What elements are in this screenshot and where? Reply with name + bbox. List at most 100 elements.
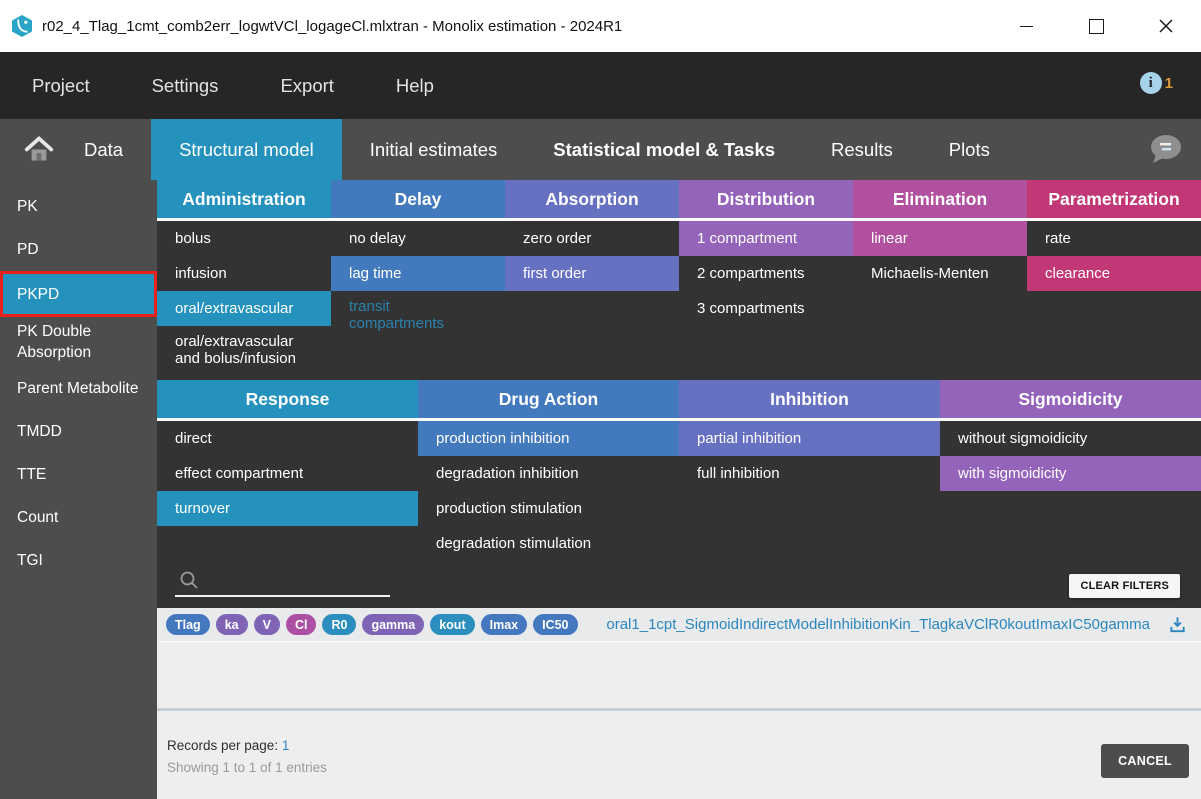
- menu-settings[interactable]: Settings: [152, 75, 219, 97]
- library-item-zero-order[interactable]: zero order: [505, 221, 679, 256]
- tab-results[interactable]: Results: [803, 119, 921, 180]
- library-item-linear[interactable]: linear: [853, 221, 1027, 256]
- menu-export[interactable]: Export: [280, 75, 333, 97]
- library-item-oral-extravascular[interactable]: oral/extravascular: [157, 291, 331, 326]
- tab-statistical-model-tasks[interactable]: Statistical model & Tasks: [525, 119, 803, 180]
- download-icon: [1168, 615, 1187, 634]
- clear-filters-button[interactable]: CLEAR FILTERS: [1069, 574, 1180, 598]
- library-item-without-sigmoidicity[interactable]: without sigmoidicity: [940, 421, 1201, 456]
- column-header-response: Response: [157, 380, 418, 418]
- library-column-response: Responsedirecteffect compartmentturnover: [157, 380, 418, 561]
- library-column-absorption: Absorptionzero orderfirst order: [505, 180, 679, 374]
- tab-data[interactable]: Data: [56, 119, 151, 180]
- column-header-absorption: Absorption: [505, 180, 679, 218]
- library-item-production-stimulation[interactable]: production stimulation: [418, 491, 679, 526]
- parameter-tag-v: V: [254, 614, 280, 635]
- close-button[interactable]: [1131, 0, 1201, 52]
- feedback-button[interactable]: [1145, 119, 1185, 180]
- library-item-first-order[interactable]: first order: [505, 256, 679, 291]
- parameter-tag-ic50: IC50: [533, 614, 577, 635]
- column-header-distribution: Distribution: [679, 180, 853, 218]
- tab-structural-model[interactable]: Structural model: [151, 119, 342, 180]
- column-header-delay: Delay: [331, 180, 505, 218]
- tab-plots[interactable]: Plots: [921, 119, 1018, 180]
- search-row: CLEAR FILTERS: [157, 561, 1201, 608]
- library-column-sigmoidicity: Sigmoidicitywithout sigmoidicitywith sig…: [940, 380, 1201, 561]
- main-tab-bar: DataStructural modelInitial estimatesSta…: [0, 119, 1201, 180]
- title-bar: r02_4_Tlag_1cmt_comb2err_logwtVCl_logage…: [0, 0, 1201, 52]
- maximize-button[interactable]: [1061, 0, 1131, 52]
- home-button[interactable]: [24, 119, 56, 180]
- sidebar-item-tmdd[interactable]: TMDD: [0, 410, 157, 453]
- library-item-degradation-inhibition[interactable]: degradation inhibition: [418, 456, 679, 491]
- window-controls: [991, 0, 1201, 52]
- library-item-effect-compartment[interactable]: effect compartment: [157, 456, 418, 491]
- parameter-tag-ka: ka: [216, 614, 248, 635]
- column-header-inhibition: Inhibition: [679, 380, 940, 418]
- records-per-page-label: Records per page:: [167, 738, 278, 753]
- column-header-drug-action: Drug Action: [418, 380, 679, 418]
- library-item-full-inhibition[interactable]: full inhibition: [679, 456, 940, 491]
- column-header-elimination: Elimination: [853, 180, 1027, 218]
- model-type-sidebar: PKPDPKPDPK Double AbsorptionParent Metab…: [0, 180, 157, 799]
- parameter-tag-gamma: gamma: [362, 614, 424, 635]
- chat-bubble-icon: [1145, 132, 1185, 168]
- results-empty-area: [157, 643, 1201, 708]
- library-group: Administrationbolusinfusionoral/extravas…: [157, 180, 1201, 374]
- result-row[interactable]: TlagkaVClR0gammakoutImaxIC50 oral1_1cpt_…: [157, 608, 1201, 643]
- sidebar-item-pd[interactable]: PD: [0, 228, 157, 271]
- main-panel: Administrationbolusinfusionoral/extravas…: [157, 180, 1201, 799]
- sidebar-item-pkpd[interactable]: PKPD: [0, 271, 157, 317]
- library-item-michaelis-menten[interactable]: Michaelis-Menten: [853, 256, 1027, 291]
- column-header-sigmoidicity: Sigmoidicity: [940, 380, 1201, 418]
- minimize-button[interactable]: [991, 0, 1061, 52]
- library-item-lag-time[interactable]: lag time: [331, 256, 505, 291]
- library-item-direct[interactable]: direct: [157, 421, 418, 456]
- sidebar-item-count[interactable]: Count: [0, 496, 157, 539]
- library-item-2-compartments[interactable]: 2 compartments: [679, 256, 853, 291]
- library-item-infusion[interactable]: infusion: [157, 256, 331, 291]
- library-item-partial-inhibition[interactable]: partial inhibition: [679, 421, 940, 456]
- info-icon: i: [1140, 72, 1162, 94]
- sidebar-item-tgi[interactable]: TGI: [0, 539, 157, 582]
- library-item-production-inhibition[interactable]: production inhibition: [418, 421, 679, 456]
- search-input[interactable]: [175, 567, 390, 597]
- library-item-no-delay[interactable]: no delay: [331, 221, 505, 256]
- model-name-link[interactable]: oral1_1cpt_SigmoidIndirectModelInhibitio…: [606, 616, 1150, 633]
- notification-badge[interactable]: i 1: [1140, 72, 1173, 94]
- library-groups: Administrationbolusinfusionoral/extravas…: [157, 180, 1201, 561]
- showing-entries: Showing 1 to 1 of 1 entries: [167, 760, 1201, 775]
- menu-project[interactable]: Project: [32, 75, 90, 97]
- menu-help[interactable]: Help: [396, 75, 434, 97]
- library-group: Responsedirecteffect compartmentturnover…: [157, 380, 1201, 561]
- tab-initial-estimates[interactable]: Initial estimates: [342, 119, 526, 180]
- library-column-distribution: Distribution1 compartment2 compartments3…: [679, 180, 853, 374]
- records-per-page: Records per page: 1: [167, 738, 1201, 753]
- cancel-button[interactable]: CANCEL: [1101, 744, 1189, 778]
- model-library: Administrationbolusinfusionoral/extravas…: [157, 180, 1201, 608]
- footer: Records per page: 1 Showing 1 to 1 of 1 …: [157, 711, 1201, 799]
- sidebar-item-pk-double-absorption[interactable]: PK Double Absorption: [0, 317, 157, 367]
- column-header-administration: Administration: [157, 180, 331, 218]
- library-item-degradation-stimulation[interactable]: degradation stimulation: [418, 526, 679, 561]
- records-per-page-value[interactable]: 1: [282, 738, 290, 753]
- library-item-bolus[interactable]: bolus: [157, 221, 331, 256]
- library-item-with-sigmoidicity[interactable]: with sigmoidicity: [940, 456, 1201, 491]
- library-item-clearance[interactable]: clearance: [1027, 256, 1201, 291]
- library-column-drug-action: Drug Actionproduction inhibitiondegradat…: [418, 380, 679, 561]
- library-item-rate[interactable]: rate: [1027, 221, 1201, 256]
- parameter-tag-imax: Imax: [481, 614, 528, 635]
- library-item-3-compartments[interactable]: 3 compartments: [679, 291, 853, 326]
- library-item-oral-extravascular-and-bolus-infusion[interactable]: oral/extravascular and bolus/infusion: [157, 326, 331, 374]
- sidebar-item-parent-metabolite[interactable]: Parent Metabolite: [0, 367, 157, 410]
- parameter-tag-tlag: Tlag: [166, 614, 210, 635]
- download-model-button[interactable]: [1168, 615, 1187, 634]
- close-icon: [1158, 18, 1174, 34]
- sidebar-item-pk[interactable]: PK: [0, 185, 157, 228]
- window-title: r02_4_Tlag_1cmt_comb2err_logwtVCl_logage…: [42, 18, 622, 35]
- library-item-turnover[interactable]: turnover: [157, 491, 418, 526]
- sidebar-item-tte[interactable]: TTE: [0, 453, 157, 496]
- parameter-tag-r0: R0: [322, 614, 356, 635]
- menu-bar-items: Project Settings Export Help: [0, 75, 434, 97]
- library-item-1-compartment[interactable]: 1 compartment: [679, 221, 853, 256]
